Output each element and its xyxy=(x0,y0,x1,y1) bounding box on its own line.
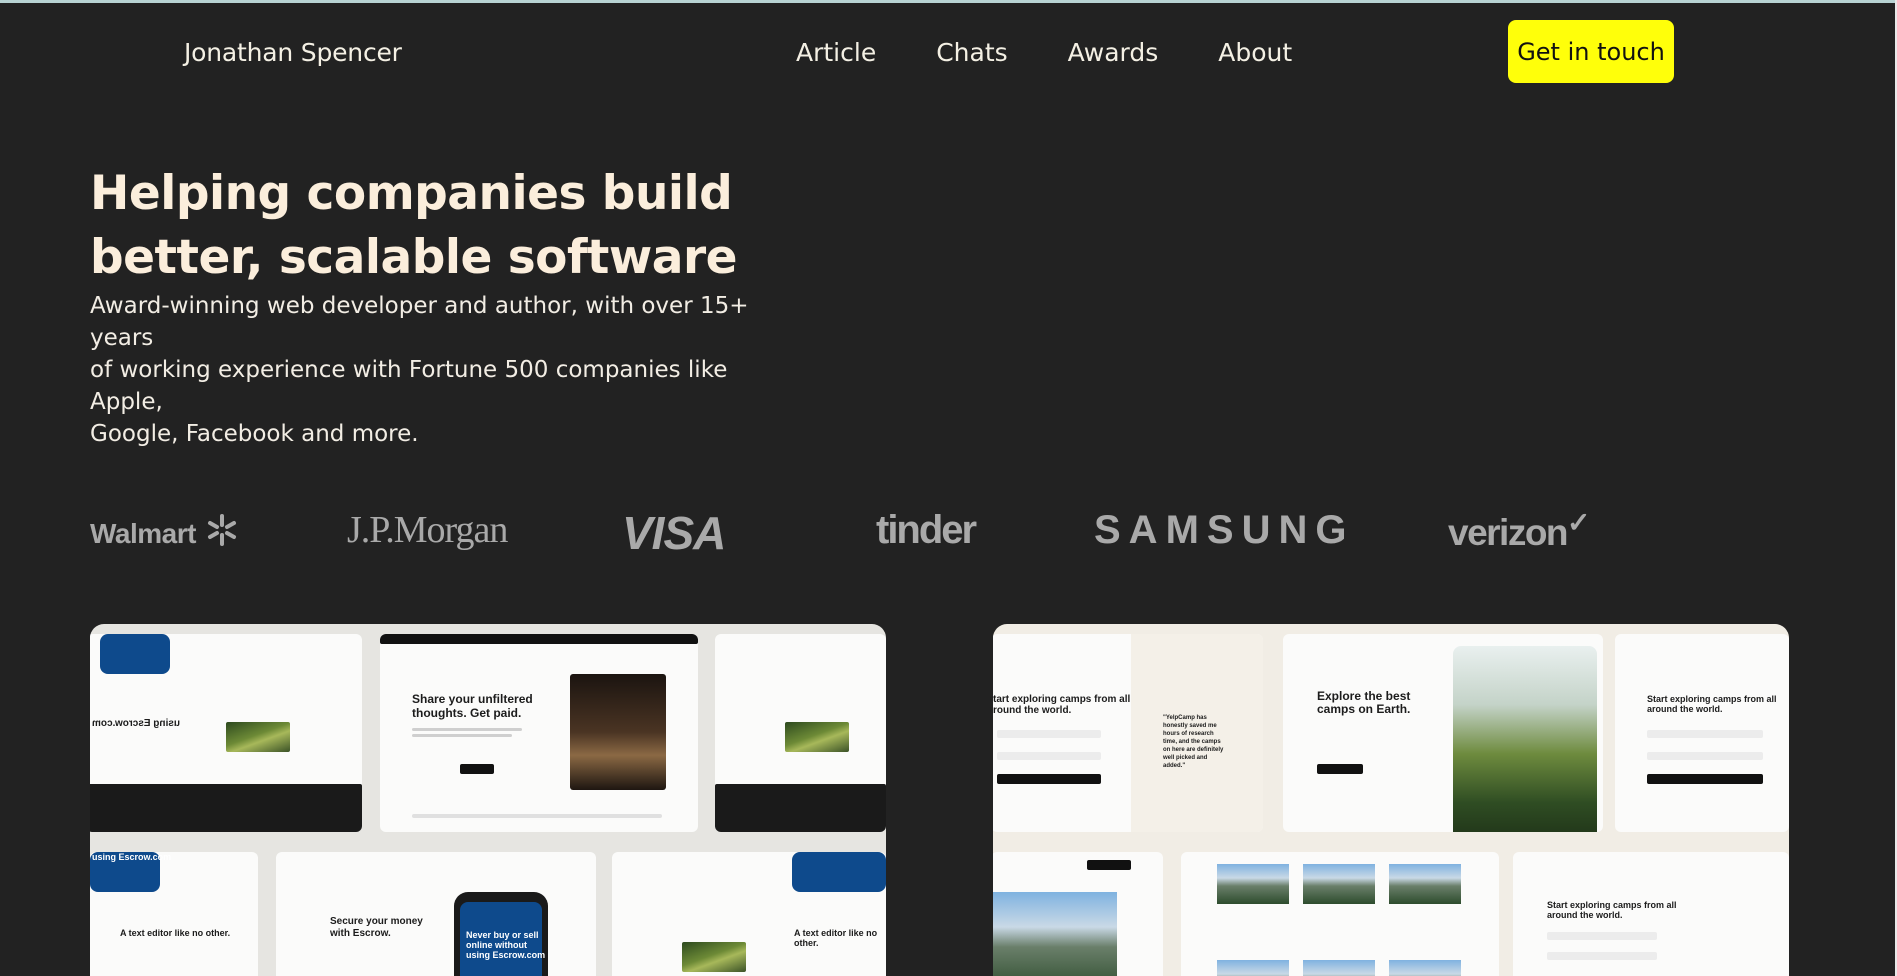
preview-quote: "YelpCamp has honestly saved me hours of… xyxy=(1163,715,1224,769)
preview-phone-screen xyxy=(792,852,886,892)
preview-photo xyxy=(570,674,666,790)
preview-heading-line-2: round the world. xyxy=(993,705,1072,716)
preview-photo xyxy=(993,892,1117,976)
nav-article-link[interactable]: Article xyxy=(796,38,876,67)
preview-button xyxy=(1087,860,1131,870)
preview-heading-line-2: camps on Earth. xyxy=(1317,702,1411,716)
preview-heading: tart exploring camps from all round the … xyxy=(993,694,1130,716)
preview-heading: Explore the best camps on Earth. xyxy=(1317,690,1410,716)
browser-top-strip xyxy=(0,0,1897,3)
project-preview-panel: tart exploring camps from all round the … xyxy=(993,634,1263,832)
preview-phone-heading: Never buy or sell online without using E… xyxy=(466,930,545,960)
project-preview-panel: Start exploring camps from all around th… xyxy=(1513,852,1789,976)
preview-heading-line-2: around the world. xyxy=(1647,704,1723,714)
jpmorgan-logo: J.P.Morgan xyxy=(347,509,508,551)
preview-photo xyxy=(1389,864,1461,904)
preview-heading-line-1: Start exploring camps from all xyxy=(1547,900,1677,910)
preview-phone-line-2: online without xyxy=(466,940,527,950)
preview-heading-line-1: Explore the best xyxy=(1317,689,1411,703)
preview-phone-line-1: Never buy or sell xyxy=(466,930,539,940)
hero-subtitle-line-1: Award-winning web developer and author, … xyxy=(90,293,749,351)
preview-button xyxy=(460,764,494,774)
verizon-wordmark: verizon xyxy=(1448,512,1569,553)
project-preview-panel: Explore the best camps on Earth. xyxy=(1283,634,1603,832)
preview-heading: using Escrow.com xyxy=(92,718,180,729)
preview-input xyxy=(1547,952,1657,960)
project-preview-panel: using Escrow.com xyxy=(90,634,362,832)
preview-heading: using Escrow.com xyxy=(92,852,172,862)
project-preview-panel xyxy=(993,852,1163,976)
preview-heading-line-2: thoughts. Get paid. xyxy=(412,706,522,720)
hero-subtitle-line-2: of working experience with Fortune 500 c… xyxy=(90,357,728,415)
tinder-logo: tinder xyxy=(876,508,977,552)
preview-heading-line-1: Start exploring camps from all xyxy=(1647,694,1777,704)
preview-phone-line-3: using Escrow.com xyxy=(466,950,546,960)
preview-heading-line-1: Secure your money xyxy=(330,916,423,927)
walmart-spark-icon xyxy=(208,514,236,546)
preview-photo xyxy=(785,722,849,752)
brand-name[interactable]: Jonathan Spencer xyxy=(184,38,402,67)
preview-photo xyxy=(1303,960,1375,976)
preview-input xyxy=(1647,752,1763,760)
verizon-logo: verizon✓ xyxy=(1448,507,1591,554)
preview-input xyxy=(1647,730,1763,738)
project-preview-panel: Share your unfiltered thoughts. Get paid… xyxy=(380,634,698,832)
visa-logo: VISA xyxy=(622,507,726,559)
preview-photo xyxy=(1303,864,1375,904)
preview-heading-line-1: Share your unfiltered xyxy=(412,692,533,706)
preview-button xyxy=(997,774,1101,784)
preview-footer xyxy=(715,784,886,832)
preview-side-panel: "YelpCamp has honestly saved me hours of… xyxy=(1131,634,1263,832)
project-preview-panel xyxy=(715,634,886,832)
preview-photo xyxy=(226,722,290,752)
preview-text-line xyxy=(412,734,512,737)
client-logos: Walmart J.P.Morgan VISA tinder SAMSUNG v… xyxy=(0,500,1897,560)
project-preview-panel: using Escrow.com A text editor like no o… xyxy=(90,852,258,976)
preview-heading: Start exploring camps from all around th… xyxy=(1547,900,1677,920)
preview-heading-line-2: with Escrow. xyxy=(330,928,391,939)
preview-heading: Secure your money with Escrow. xyxy=(330,916,423,940)
hero-title-line-2: better, scalable software xyxy=(90,230,738,285)
project-preview-panel: Secure your money with Escrow. Never buy… xyxy=(276,852,596,976)
project-card-blogging-platform[interactable]: using Escrow.com Share your unfiltered t… xyxy=(90,624,886,976)
preview-button xyxy=(1317,764,1363,774)
preview-heading-line-1: tart exploring camps from all xyxy=(993,694,1131,705)
preview-heading-line-2: around the world. xyxy=(1547,910,1623,920)
preview-input xyxy=(1547,932,1657,940)
preview-photo xyxy=(1217,864,1289,904)
preview-photo xyxy=(682,942,746,972)
project-card-yelpcamp[interactable]: tart exploring camps from all round the … xyxy=(993,624,1789,976)
preview-footer xyxy=(90,784,362,832)
preview-photo xyxy=(1217,960,1289,976)
preview-heading: A text editor like no other. xyxy=(794,928,878,948)
nav-chats-link[interactable]: Chats xyxy=(936,38,1007,67)
main-nav: Article Chats Awards About xyxy=(796,38,1292,67)
project-preview-panel: A text editor like no other. xyxy=(612,852,886,976)
get-in-touch-button[interactable]: Get in touch xyxy=(1508,20,1674,83)
hero-subtitle-line-3: Google, Facebook and more. xyxy=(90,421,419,447)
walmart-logo: Walmart xyxy=(90,518,196,549)
preview-phone-screen xyxy=(100,634,170,674)
verizon-check-icon: ✓ xyxy=(1567,507,1590,538)
preview-input xyxy=(997,730,1101,738)
preview-logo-strip xyxy=(412,814,662,818)
preview-photo xyxy=(1389,960,1461,976)
preview-text-line xyxy=(412,728,522,731)
preview-heading: Share your unfiltered thoughts. Get paid… xyxy=(412,692,533,720)
samsung-logo: SAMSUNG xyxy=(1094,508,1355,552)
preview-heading: A text editor like no other. xyxy=(120,928,231,938)
preview-topbar xyxy=(380,634,698,644)
hero-title-line-1: Helping companies build xyxy=(90,166,733,221)
preview-photo xyxy=(1453,646,1597,832)
nav-about-link[interactable]: About xyxy=(1218,38,1292,67)
preview-input xyxy=(997,752,1101,760)
hero-subtitle: Award-winning web developer and author, … xyxy=(90,290,790,450)
project-preview-panel xyxy=(1181,852,1499,976)
preview-heading: Start exploring camps from all around th… xyxy=(1647,694,1777,714)
nav-awards-link[interactable]: Awards xyxy=(1068,38,1159,67)
hero-title: Helping companies build better, scalable… xyxy=(90,162,810,290)
project-preview-panel: Start exploring camps from all around th… xyxy=(1615,634,1789,832)
preview-button xyxy=(1647,774,1763,784)
